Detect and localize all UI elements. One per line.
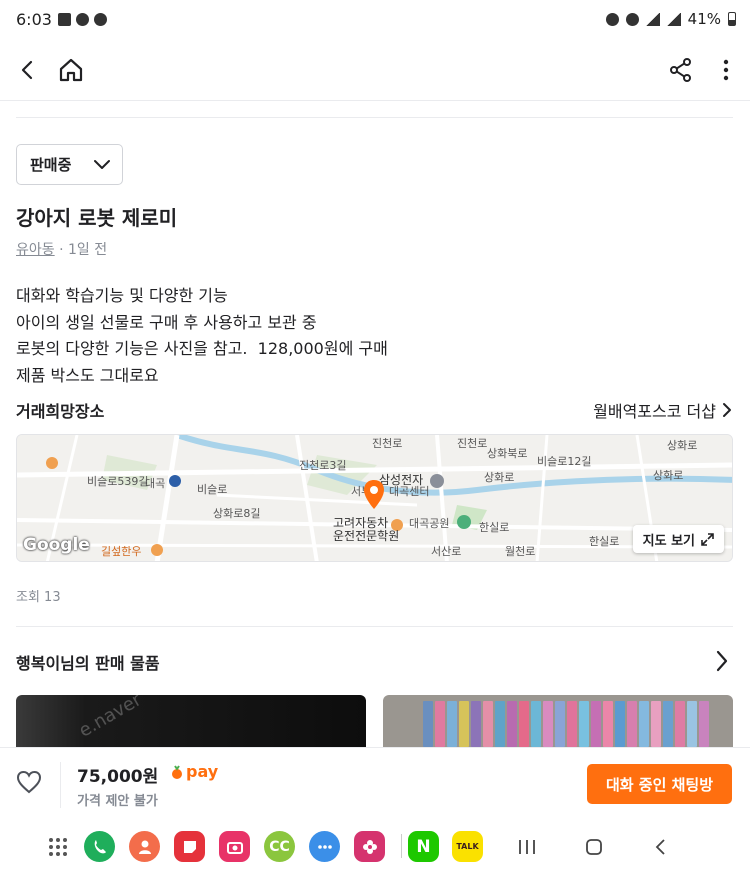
chat-rooms-button[interactable]: 대화 중인 채팅방	[587, 764, 732, 804]
seller-item-thumbnail[interactable]	[383, 695, 733, 747]
place-label: 거래희망장소	[16, 402, 105, 421]
cc-app-icon[interactable]: CC	[264, 831, 295, 862]
section-divider	[16, 626, 733, 627]
map-label: 서산로	[431, 545, 462, 558]
notes-app-icon[interactable]	[174, 831, 205, 862]
view-count: 조회 13	[16, 590, 61, 605]
wifi-icon	[645, 12, 660, 26]
bottom-divider	[60, 762, 61, 808]
map-label: 대곡	[145, 477, 166, 490]
google-logo: Google	[23, 535, 90, 555]
product-meta: 유아동 · 1일 전	[16, 239, 107, 259]
phone-app-icon[interactable]	[84, 831, 115, 862]
map-label: 대곡공원	[409, 517, 450, 530]
time-ago: · 1일 전	[54, 242, 108, 258]
back-nav-icon[interactable]	[654, 838, 666, 856]
contacts-app-icon[interactable]	[129, 831, 160, 862]
map-pin-icon	[364, 480, 384, 509]
home-button[interactable]	[51, 50, 91, 90]
karrot-pay-badge: pay	[170, 762, 218, 781]
location-map[interactable]: 삼성전자 대곡센터 서부 고려자동차 운전전문학원 대곡공원 한실로 서산로 상…	[16, 434, 733, 562]
notification-icons	[58, 13, 107, 26]
thumbnail-watermark: e.naver	[75, 695, 146, 742]
taskbar: CC N TALK	[0, 819, 750, 873]
recents-nav-icon[interactable]	[518, 839, 536, 855]
map-label: 운전전문학원	[333, 529, 400, 543]
category-link[interactable]: 유아동	[16, 242, 55, 258]
map-label: 상화로	[653, 469, 684, 482]
description-line: 제품 박스도 그대로요	[16, 365, 159, 385]
battery-percent: 41%	[687, 10, 721, 28]
price-note: 가격 제안 불가	[77, 794, 158, 809]
location-icon	[625, 12, 639, 26]
home-icon	[59, 58, 83, 82]
description-line: 로봇의 다양한 기능은 사진을 참고. 128,000원에 구매	[16, 339, 388, 358]
map-label: 길섶한우	[101, 545, 142, 558]
back-button[interactable]	[8, 50, 48, 90]
camera-app-icon[interactable]	[219, 831, 250, 862]
flower-app-icon[interactable]	[354, 831, 385, 862]
sale-status-label: 판매중	[30, 156, 72, 174]
status-bar: 6:03 41%	[0, 0, 750, 40]
chevron-right-icon	[723, 403, 731, 417]
share-button[interactable]	[661, 50, 701, 90]
bottom-action-bar: 75,000원 pay 가격 제안 불가 대화 중인 채팅방	[0, 747, 750, 819]
map-label: 상화로	[484, 471, 515, 484]
map-label: 월천로	[505, 545, 536, 558]
pay-label: pay	[186, 762, 219, 781]
product-description: 대화와 학습기능 및 다양한 기능 아이의 생일 선물로 구매 후 사용하고 보…	[16, 283, 388, 389]
app-bar	[0, 40, 750, 100]
map-label: 상화로	[667, 439, 698, 452]
place-name: 월배역포스코 더샵	[593, 402, 716, 421]
section-divider	[16, 117, 733, 118]
map-label: 한실로	[479, 521, 510, 534]
gallery-icon	[58, 13, 71, 26]
messages-app-icon[interactable]	[309, 831, 340, 862]
sale-status-dropdown[interactable]: 판매중	[16, 144, 123, 185]
more-vertical-icon	[723, 59, 729, 81]
place-name-link[interactable]: 월배역포스코 더샵	[593, 398, 732, 422]
expand-icon	[701, 532, 714, 546]
app-drawer-icon[interactable]	[49, 838, 67, 856]
map-label: 대곡센터	[389, 485, 430, 498]
taskbar-separator	[401, 834, 402, 858]
map-label: 진천로	[457, 437, 488, 450]
seller-items-chevron-icon[interactable]	[716, 650, 728, 672]
price: 75,000원	[77, 767, 159, 787]
map-label: 진천로	[372, 437, 403, 450]
description-line: 대화와 학습기능 및 다양한 기능	[16, 286, 228, 305]
seller-item-thumbnail[interactable]: e.naver	[16, 695, 366, 747]
kakaotalk-app-icon[interactable]: TALK	[452, 831, 483, 862]
map-label: 상화북로	[487, 447, 528, 460]
appbar-divider	[0, 100, 750, 101]
map-label: 한실로	[589, 535, 620, 548]
system-icons: 41%	[605, 10, 736, 28]
chevron-down-icon	[94, 160, 110, 169]
status-time: 6:03	[16, 10, 52, 29]
map-label: 비슬로539길	[87, 475, 149, 488]
chevron-left-icon	[21, 60, 33, 80]
product-title: 강아지 로봇 제로미	[16, 206, 178, 230]
signal-icon	[666, 12, 681, 26]
share-icon	[670, 58, 691, 82]
home-nav-icon[interactable]	[585, 838, 603, 856]
description-line: 아이의 생일 선물로 구매 후 사용하고 보관 중	[16, 312, 317, 332]
carrot-icon	[172, 764, 182, 779]
view-map-label: 지도 보기	[642, 533, 695, 549]
map-label: 진천로3길	[299, 459, 347, 472]
more-button[interactable]	[706, 50, 746, 90]
naver-app-icon[interactable]: N	[408, 831, 439, 862]
alarm-icon	[605, 12, 619, 26]
heart-icon[interactable]	[16, 770, 42, 794]
map-label: 상화로8길	[213, 507, 261, 520]
chrome-icon	[94, 13, 107, 26]
cloud-icon	[76, 13, 89, 26]
map-label: 비슬로12길	[537, 455, 592, 468]
battery-icon	[728, 12, 736, 26]
map-label: 비슬로	[197, 483, 228, 496]
seller-items-title[interactable]: 행복이님의 판매 물품	[16, 650, 160, 674]
view-map-button[interactable]: 지도 보기	[632, 525, 724, 553]
